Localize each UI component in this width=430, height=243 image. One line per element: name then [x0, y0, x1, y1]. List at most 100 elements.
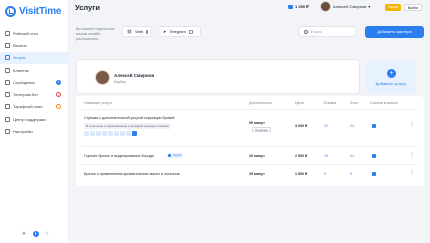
break-tag: Перерыв — [252, 127, 271, 132]
service-duration: 90 минут — [249, 121, 265, 125]
copy-link-icon[interactable] — [372, 172, 376, 176]
moon-icon[interactable]: ☾ — [45, 231, 51, 237]
category-icon — [96, 131, 101, 136]
divider — [82, 146, 418, 147]
user-name: Алексей Смирнов — [333, 4, 367, 9]
photos-count[interactable]: 21 — [350, 154, 354, 158]
telegram-link-button[interactable]: ➤ Telegram — [158, 26, 201, 37]
service-name[interactable]: Горячее бритье и моделирование бороды — [84, 154, 154, 158]
sidebar-item-label: Рабочий стол — [13, 30, 39, 36]
sidebar-item-dashboard[interactable]: Рабочий стол — [0, 27, 69, 39]
master-name: Алексей Смирнов — [114, 73, 155, 78]
add-service-label: Добавить услугу — [375, 81, 407, 86]
sidebar-item-label: Сообщения — [13, 79, 35, 85]
photos-count[interactable]: 0 — [350, 172, 352, 176]
service-price: 1 500 ₽ — [295, 172, 308, 176]
tariff-button[interactable]: Тариф — [385, 4, 401, 11]
page-title: Услуги — [75, 3, 100, 12]
logo-text: VisitTime — [19, 6, 62, 17]
category-icon — [102, 131, 107, 136]
sun-icon[interactable]: ☀ — [21, 231, 27, 237]
photos-count[interactable]: 24 — [350, 124, 354, 128]
column-header: Цена — [295, 101, 304, 105]
promo-badge: Акция — [167, 153, 184, 158]
sidebar-item-messages[interactable]: Сообщения 2 — [0, 76, 69, 88]
sidebar-item-telegram-bot[interactable]: Телеграм-бот! — [0, 88, 69, 100]
search-input[interactable]: Поиск — [298, 26, 357, 37]
column-header: Отзывы — [323, 101, 337, 105]
exit-button[interactable]: Выйти — [404, 4, 422, 11]
sidebar-item-clients[interactable]: Клиенты — [0, 64, 69, 76]
telegram-label: Telegram — [169, 29, 186, 34]
link-icon: ⛓ — [127, 29, 133, 34]
topbar: Услуги 1 250 ₽ Алексей Смирнов ▾ Тариф Вы… — [69, 0, 430, 16]
sidebar-item-label: Услуги — [13, 55, 26, 61]
sidebar-nav: Рабочий стол Визиты Услуги Клиенты Сообщ… — [0, 27, 69, 138]
more-options-icon[interactable]: · · · — [411, 151, 413, 160]
sidebar-item-visits[interactable]: Визиты — [0, 39, 69, 51]
sidebar-item-tariff[interactable]: Тарифный план! — [0, 101, 69, 113]
user-menu[interactable]: Алексей Смирнов ▾ — [320, 1, 370, 12]
avatar — [320, 1, 331, 12]
copy-link-icon[interactable] — [372, 154, 376, 158]
settings-icon — [5, 129, 10, 135]
services-table: Название услуги Длительность Цена Отзывы… — [76, 96, 424, 186]
auto-theme-icon[interactable]: ◐ — [33, 231, 39, 237]
column-header: Длительность — [249, 101, 273, 105]
users-icon — [5, 67, 10, 73]
chevron-down-icon: ▾ — [368, 4, 371, 9]
sidebar-item-settings[interactable]: Настройки — [0, 125, 69, 137]
master-role: Барбер — [114, 80, 127, 84]
reviews-count[interactable]: 19 — [324, 154, 328, 158]
service-name[interactable]: Стрижка с дополнительной услугой коррекц… — [84, 116, 174, 120]
column-header: Фото — [350, 101, 359, 105]
sidebar-item-services[interactable]: Услуги — [0, 51, 69, 64]
sidebar-item-label: Центр поддержки — [13, 116, 46, 122]
plus-icon: + — [387, 69, 396, 78]
wallet-icon — [288, 4, 293, 9]
category-icon — [132, 131, 137, 136]
reviews-count[interactable]: 0 — [324, 172, 326, 176]
sidebar-item-label: Тарифный план — [13, 104, 43, 110]
service-name[interactable]: Бритье с применением ароматических масел… — [84, 172, 180, 176]
add-service-card[interactable]: + Добавить услугу — [366, 60, 416, 94]
share-label: Вы можете поделиться вашим онлайн распис… — [76, 27, 115, 41]
category-icon — [108, 131, 113, 136]
more-options-icon[interactable]: · · · — [411, 169, 413, 178]
category-icon — [90, 131, 95, 136]
more-options-icon[interactable]: · · · — [411, 121, 413, 130]
copy-link-icon[interactable] — [372, 124, 376, 128]
sidebar-item-support[interactable]: Центр поддержки — [0, 113, 69, 125]
divider — [82, 164, 418, 165]
search-placeholder: Поиск — [311, 29, 323, 34]
balance-value: 1 250 ₽ — [295, 4, 309, 9]
web-link-button[interactable]: ⛓ Web — [122, 26, 152, 37]
external-link-icon — [188, 29, 193, 34]
category-icon — [114, 131, 119, 136]
service-note: В сочетании с окрашиванием и укладкой по… — [84, 123, 171, 129]
message-icon — [5, 79, 10, 85]
calendar-icon — [5, 42, 10, 48]
clock-logo-icon — [5, 6, 16, 17]
master-card[interactable]: Алексей Смирнов Барбер — [76, 59, 360, 94]
tariff-icon — [5, 104, 10, 110]
service-duration: 25 минут — [249, 172, 265, 176]
theme-switcher: ☀ ◐ ☾ — [21, 231, 51, 237]
scissors-icon — [5, 55, 10, 61]
service-price: 2 500 ₽ — [295, 154, 308, 158]
balance[interactable]: 1 250 ₽ — [288, 4, 309, 9]
logo[interactable]: VisitTime — [5, 6, 61, 17]
column-header: Название услуги — [84, 101, 112, 105]
add-master-button[interactable]: Добавить мастера — [365, 26, 424, 38]
dashboard-icon — [5, 30, 10, 36]
web-label: Web — [135, 29, 144, 34]
master-avatar — [95, 70, 110, 85]
sidebar-item-label: Настройки — [13, 129, 33, 135]
support-icon — [5, 116, 10, 122]
messages-count-badge: 2 — [56, 79, 61, 85]
alert-badge: ! — [56, 92, 61, 98]
category-icon — [120, 131, 125, 136]
service-price: 3 000 ₽ — [295, 124, 308, 128]
telegram-icon — [5, 92, 10, 98]
reviews-count[interactable]: 12 — [324, 124, 328, 128]
